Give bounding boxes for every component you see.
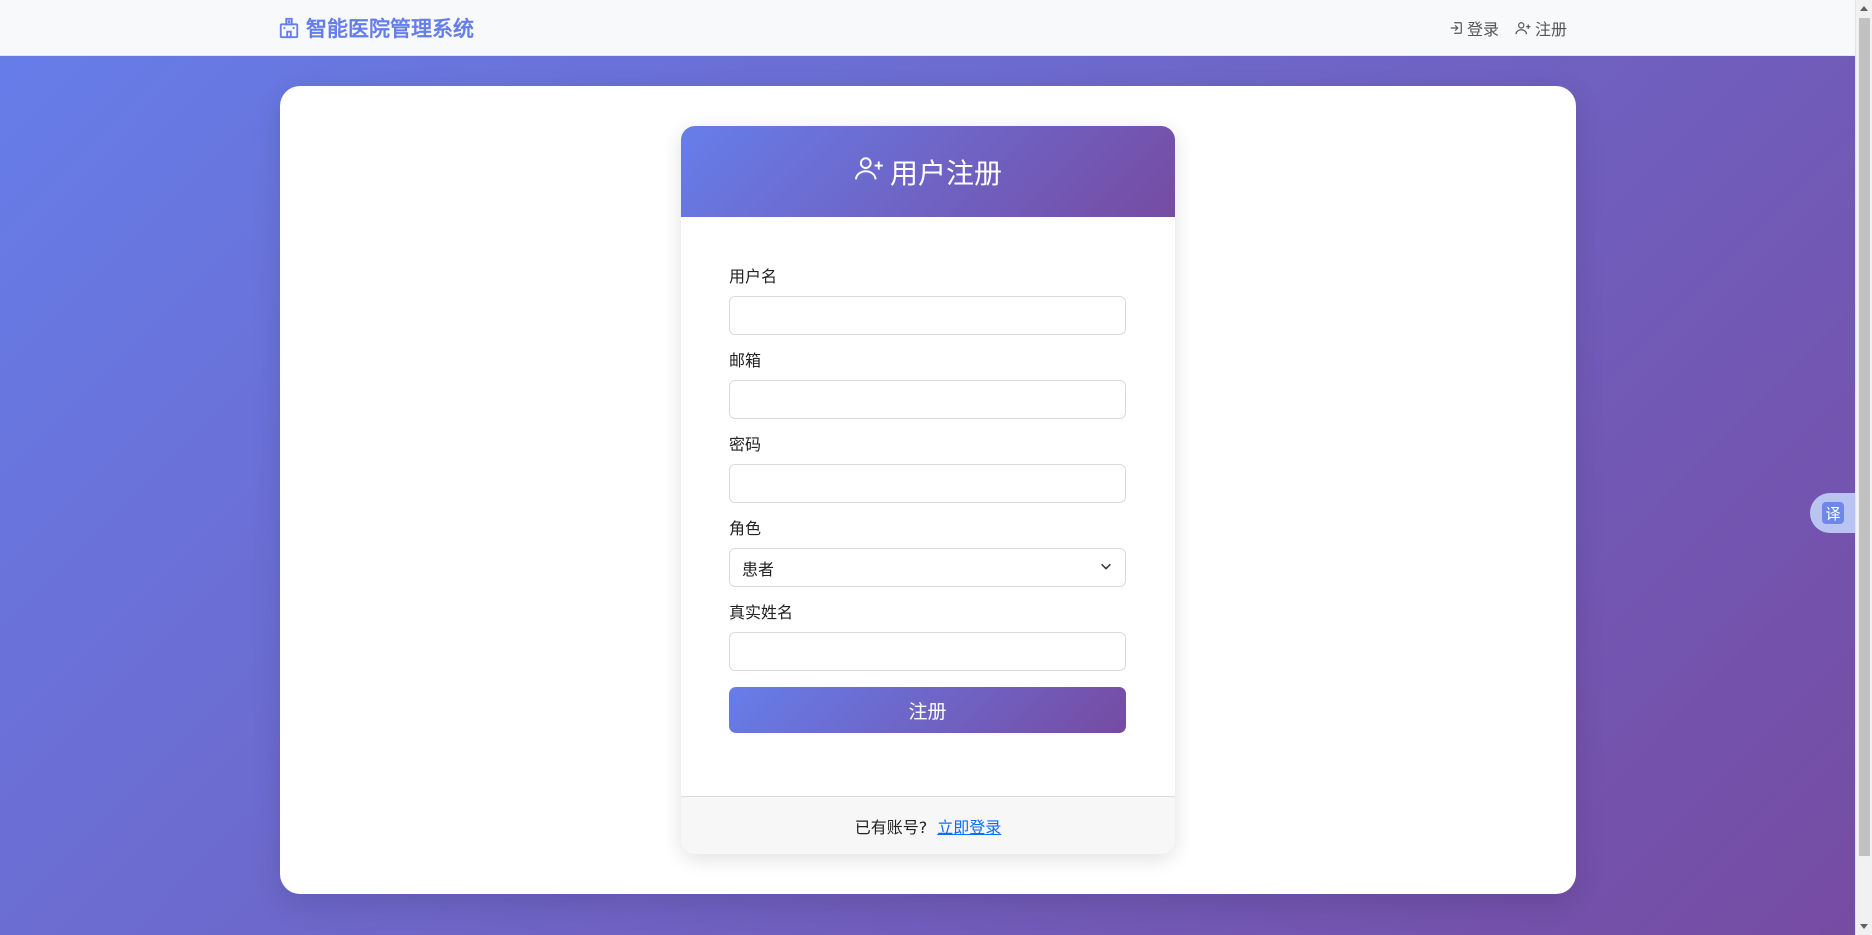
login-now-link[interactable]: 立即登录: [937, 814, 1001, 838]
top-navbar: 智能医院管理系统 登录 注册: [0, 0, 1855, 56]
email-group: 邮箱: [729, 351, 1127, 419]
brand-link[interactable]: 智能医院管理系统: [278, 0, 474, 56]
role-selected-value: 患者: [742, 559, 775, 579]
register-card-header: 用户注册: [681, 126, 1175, 217]
role-select[interactable]: 患者: [729, 548, 1126, 587]
footer-text: 已有账号?: [854, 817, 928, 837]
nav-register-link[interactable]: 注册: [1515, 16, 1567, 40]
hospital-icon: [278, 17, 300, 39]
translate-icon: 译: [1822, 502, 1844, 524]
scroll-down-arrow[interactable]: [1860, 924, 1868, 929]
main-container: 用户注册 用户名 邮箱 密码 角色 患者 真实姓名 注册 已有账号? 立即登录: [280, 86, 1576, 894]
realname-input[interactable]: [729, 632, 1126, 671]
register-submit-button[interactable]: 注册: [729, 687, 1126, 733]
nav-login-link[interactable]: 登录: [1449, 16, 1499, 40]
page-scrollbar[interactable]: [1855, 0, 1872, 935]
login-icon: [1449, 21, 1463, 35]
email-label: 邮箱: [729, 351, 762, 370]
scroll-up-arrow[interactable]: [1860, 6, 1868, 11]
password-input[interactable]: [729, 464, 1126, 503]
password-group: 密码: [729, 435, 1127, 503]
chevron-down-icon: [1099, 558, 1113, 577]
user-plus-icon: [854, 155, 884, 188]
translate-button[interactable]: 译: [1810, 493, 1856, 533]
password-label: 密码: [729, 435, 762, 454]
register-card: 用户注册 用户名 邮箱 密码 角色 患者 真实姓名 注册 已有账号? 立即登录: [681, 126, 1175, 854]
nav-login-label: 登录: [1466, 20, 1499, 39]
scroll-thumb[interactable]: [1859, 18, 1870, 856]
username-label: 用户名: [729, 267, 778, 286]
register-title: 用户注册: [889, 156, 1002, 190]
user-plus-icon: [1515, 21, 1531, 35]
role-group: 角色 患者: [729, 519, 1127, 587]
realname-group: 真实姓名: [729, 603, 1127, 671]
register-form: 用户名 邮箱 密码 角色 患者 真实姓名 注册: [681, 217, 1175, 733]
nav-register-label: 注册: [1534, 20, 1567, 39]
role-label: 角色: [729, 519, 762, 538]
realname-label: 真实姓名: [729, 603, 794, 622]
brand-title: 智能医院管理系统: [306, 17, 474, 41]
register-card-footer: 已有账号? 立即登录: [681, 796, 1175, 854]
email-input[interactable]: [729, 380, 1126, 419]
username-group: 用户名: [729, 267, 1127, 335]
username-input[interactable]: [729, 296, 1126, 335]
